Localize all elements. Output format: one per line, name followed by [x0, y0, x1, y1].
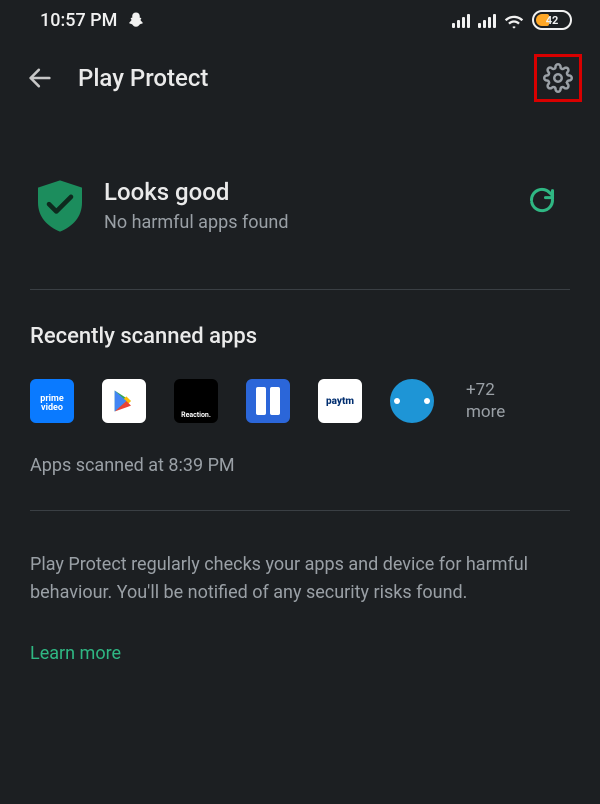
battery-percent: 42 — [534, 14, 570, 27]
app-icon-equalizer[interactable] — [246, 379, 290, 423]
section-title: Recently scanned apps — [30, 324, 570, 349]
status-subtitle: No harmful apps found — [104, 212, 288, 233]
settings-button[interactable] — [543, 63, 573, 93]
status-time: 10:57 PM — [40, 10, 117, 31]
info-text: Play Protect regularly checks your apps … — [30, 551, 570, 607]
scanned-at-text: Apps scanned at 8:39 PM — [30, 455, 570, 476]
snapchat-icon — [127, 11, 145, 29]
refresh-button[interactable] — [528, 186, 556, 214]
apps-row: primevideo Reaction. paytm +72 more — [30, 379, 570, 423]
shield-check-icon — [38, 180, 82, 232]
more-label: more — [466, 401, 505, 423]
divider — [30, 510, 570, 511]
battery-icon: 42 — [532, 10, 572, 30]
status-title: Looks good — [104, 178, 288, 206]
wifi-icon — [504, 12, 524, 28]
signal-icon — [478, 12, 496, 28]
more-count: +72 — [466, 379, 505, 401]
scan-status-block: Looks good No harmful apps found — [30, 108, 570, 289]
app-icon-paytm[interactable]: paytm — [318, 379, 362, 423]
app-icon-play-store[interactable] — [102, 379, 146, 423]
more-apps-button[interactable]: +72 more — [466, 379, 505, 423]
back-button[interactable] — [20, 58, 60, 98]
learn-more-link[interactable]: Learn more — [30, 643, 121, 664]
signal-icon — [452, 12, 470, 28]
page-title: Play Protect — [78, 64, 208, 92]
app-icon-reaction[interactable]: Reaction. — [174, 379, 218, 423]
status-bar: 10:57 PM 42 — [0, 0, 600, 40]
settings-highlight — [534, 54, 582, 102]
recent-section: Recently scanned apps primevideo Reactio… — [30, 290, 570, 476]
app-bar: Play Protect — [0, 48, 600, 108]
app-icon-prime-video[interactable]: primevideo — [30, 379, 74, 423]
app-icon-remote[interactable] — [390, 379, 434, 423]
